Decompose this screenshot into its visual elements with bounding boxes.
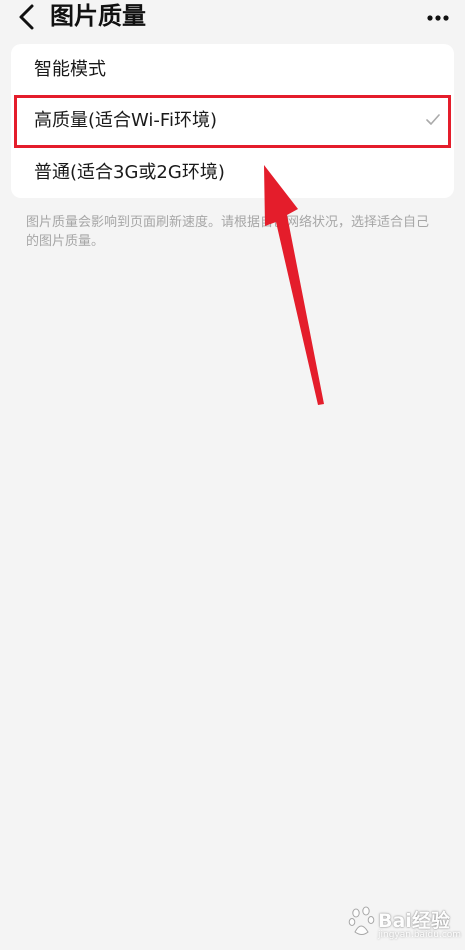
option-label: 智能模式: [34, 59, 106, 80]
quality-options-card: 智能模式 高质量(适合Wi-Fi环境) 普通(适合3G或2G环境): [11, 44, 454, 198]
chevron-left-icon[interactable]: [14, 2, 40, 32]
option-label: 普通(适合3G或2G环境): [34, 162, 225, 183]
checkmark-icon: [426, 114, 440, 125]
watermark: Bai经验 jingyan.baidu.com: [348, 900, 462, 944]
description-text: 图片质量会影响到页面刷新速度。请根据自己网络状况，选择适合自己的图片质量。: [26, 215, 430, 249]
paw-logo-icon: [348, 906, 375, 935]
option-smart-mode[interactable]: 智能模式: [11, 44, 454, 96]
watermark-brand: Bai经验: [378, 910, 450, 932]
page-title: 图片质量: [50, 2, 146, 30]
option-normal[interactable]: 普通(适合3G或2G环境): [11, 147, 454, 199]
option-high-quality[interactable]: 高质量(适合Wi-Fi环境): [11, 95, 454, 147]
option-label: 高质量(适合Wi-Fi环境): [34, 110, 217, 131]
header-bar: 图片质量: [0, 0, 465, 36]
watermark-url: jingyan.baidu.com: [378, 930, 462, 940]
more-horizontal-icon[interactable]: [425, 4, 451, 28]
